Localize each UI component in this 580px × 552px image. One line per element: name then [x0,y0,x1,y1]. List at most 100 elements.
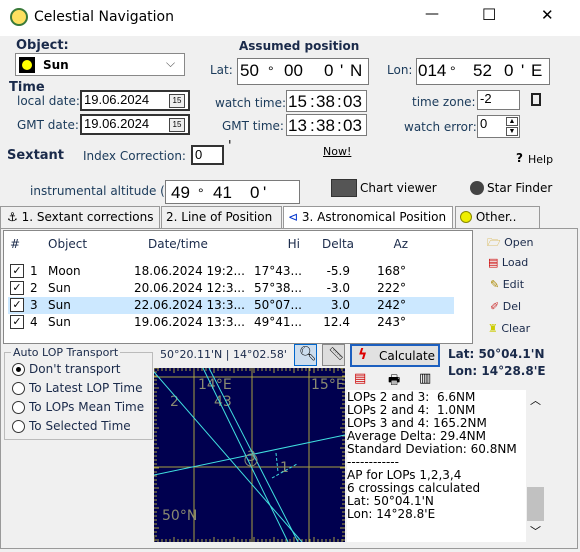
index-correction-input[interactable]: 0 [191,145,224,165]
moon-icon [460,211,472,223]
lon-deg[interactable]: 014 [418,60,446,82]
time-zone-input[interactable]: -2 [477,90,520,110]
row-checkbox[interactable]: ✓ [10,315,24,329]
gmt-date-input[interactable]: 19.06.2024 15 [80,114,190,135]
row-hi: 50°07... [254,298,302,312]
row-az: 243° [377,315,406,329]
gmt-time-input[interactable]: 13 : 38 : 03 [286,114,367,136]
chart-viewer-button[interactable]: Chart viewer [331,178,437,198]
output-scrollbar[interactable]: ︿ ﹀ [526,390,545,542]
calculate-label: Calculate [379,349,436,363]
cursor-coordinates: 50°20.11'N | 14°02.58' [160,348,287,361]
radio-label[interactable]: To Latest LOP Time [29,381,142,395]
save-icon[interactable]: ▤ [354,371,366,386]
lon-min[interactable]: 52 [473,60,492,82]
zoom-button[interactable]: 🔍︎ [294,344,317,366]
row-checkbox[interactable]: ✓ [10,298,24,312]
deg-symbol: ° [268,63,274,79]
auto-lop-transport-group: Auto LOP Transport Don't transport To Lat… [4,346,153,440]
gmt-hour[interactable]: 13 [288,115,307,137]
table-row[interactable]: ✓ 1 Moon 18.06.2024 19:2... 17°43... -5.9 168° [8,263,454,280]
spin-down-icon[interactable]: ▼ [506,127,518,136]
row-delta: 3.0 [330,298,350,312]
lat-min[interactable]: 00 [284,60,303,82]
close-button[interactable]: ✕ [541,6,554,24]
edit-button[interactable]: ✎ Edit [490,278,524,291]
hs-min[interactable]: 41 [213,182,232,204]
table-row[interactable]: ✓ 3 Sun 22.06.2024 13:3... 50°07... 3.0 242° [8,297,454,314]
tab-astronomical-position[interactable]: ⊲ 3. Astronomical Position [283,206,453,229]
row-az: 242° [377,298,406,312]
gmt-minute[interactable]: 38 [316,115,335,137]
hs-sec[interactable]: 0 [250,182,259,204]
col-number[interactable]: # [10,237,20,251]
row-number: 2 [30,281,38,295]
row-number: 3 [30,298,38,312]
radio-label[interactable]: To LOPs Mean Time [29,400,144,414]
scroll-down-icon[interactable]: ﹀ [530,523,541,539]
calculator-icon[interactable] [531,93,541,106]
object-dropdown[interactable]: Sun ⌵ [15,53,185,76]
watch-minute[interactable]: 38 [316,91,335,113]
radio-label[interactable]: To Selected Time [29,419,131,433]
radio-button[interactable] [12,382,25,395]
row-checkbox[interactable]: ✓ [10,264,24,278]
col-az[interactable]: Az [364,237,408,251]
lat-input[interactable]: 50 ° 00 0 ' N [237,58,369,85]
radio-label[interactable]: Don't transport [29,362,120,376]
min-symbol: ' [340,61,344,80]
calendar-icon[interactable]: 15 [169,118,185,132]
scrollbar-thumb[interactable] [527,487,544,521]
radio-button[interactable] [12,420,25,433]
gmt-time-label: GMT time: [222,119,284,133]
edit-icon: ✎ [490,278,500,291]
lon-input[interactable]: 014 ° 52 0 ' E [416,58,550,85]
watch-time-input[interactable]: 15 : 38 : 03 [286,90,367,112]
row-checkbox[interactable]: ✓ [10,281,24,295]
row-az: 222° [377,281,406,295]
clear-button[interactable]: ♜ Clear [488,322,530,335]
watch-second[interactable]: 03 [343,91,362,113]
calendar-icon[interactable]: 15 [169,94,185,108]
maximize-button[interactable]: ☐ [482,5,496,24]
hs-deg[interactable]: 49 [171,182,190,204]
lon-hemisphere[interactable]: E [531,60,542,82]
load-button[interactable]: ▤ Load [488,256,528,269]
col-object[interactable]: Object [48,237,87,251]
ruler-button[interactable]: 📏︎ [322,344,345,366]
watch-error-input[interactable]: 0 ▲ ▼ [477,115,520,138]
tab-sextant-corrections[interactable]: ⚓ 1. Sextant corrections [0,206,160,228]
tab-other[interactable]: Other.. [455,206,540,228]
lon-sec[interactable]: 0 [504,60,513,82]
delete-button[interactable]: ✐ Del [490,300,521,313]
lat-hemisphere[interactable]: N [350,60,362,82]
watch-hour[interactable]: 15 [288,91,307,113]
tab-label: Other.. [475,210,517,224]
gmt-second[interactable]: 03 [343,115,362,137]
spin-up-icon[interactable]: ▲ [506,117,518,126]
open-button[interactable]: 🗁 Open [487,234,534,253]
load-label: Load [501,256,529,269]
position-map[interactable]: 14°E 15°E50°N2 4331 [154,368,345,542]
col-delta[interactable]: Delta [304,237,354,251]
local-date-input[interactable]: 19.06.2024 15 [80,90,190,111]
radio-button[interactable] [12,363,25,376]
local-date-label: local date: [17,94,80,108]
now-button[interactable]: Now! [323,145,351,158]
observations-table[interactable]: # Object Date/time Hi Delta Az ✓ 1 Moon 18.… [3,230,473,344]
col-datetime[interactable]: Date/time [148,237,208,251]
table-row[interactable]: ✓ 4 Sun 19.06.2024 13:3... 49°41... 12.4 243° [8,314,454,331]
table-row[interactable]: ✓ 2 Sun 20.06.2024 12:3... 57°38... -3.0 222° [8,280,454,297]
radio-button[interactable] [12,401,25,414]
lat-sec[interactable]: 0 [324,60,333,82]
hs-input[interactable]: 49 ° 41 0 ' [165,180,300,204]
scroll-up-icon[interactable]: ︿ [530,392,541,408]
lat-deg[interactable]: 50 [240,60,259,82]
tab-line-of-position[interactable]: 2. Line of Position [161,206,282,228]
star-finder-button[interactable]: Star Finder [470,178,565,198]
calculate-button[interactable]: ϟ Calculate [350,344,440,367]
help-button[interactable]: Help [528,153,553,166]
copy-icon[interactable]: ▥ [419,371,431,386]
minimize-button[interactable]: — [425,6,439,22]
col-hi[interactable]: Hi [274,237,300,251]
